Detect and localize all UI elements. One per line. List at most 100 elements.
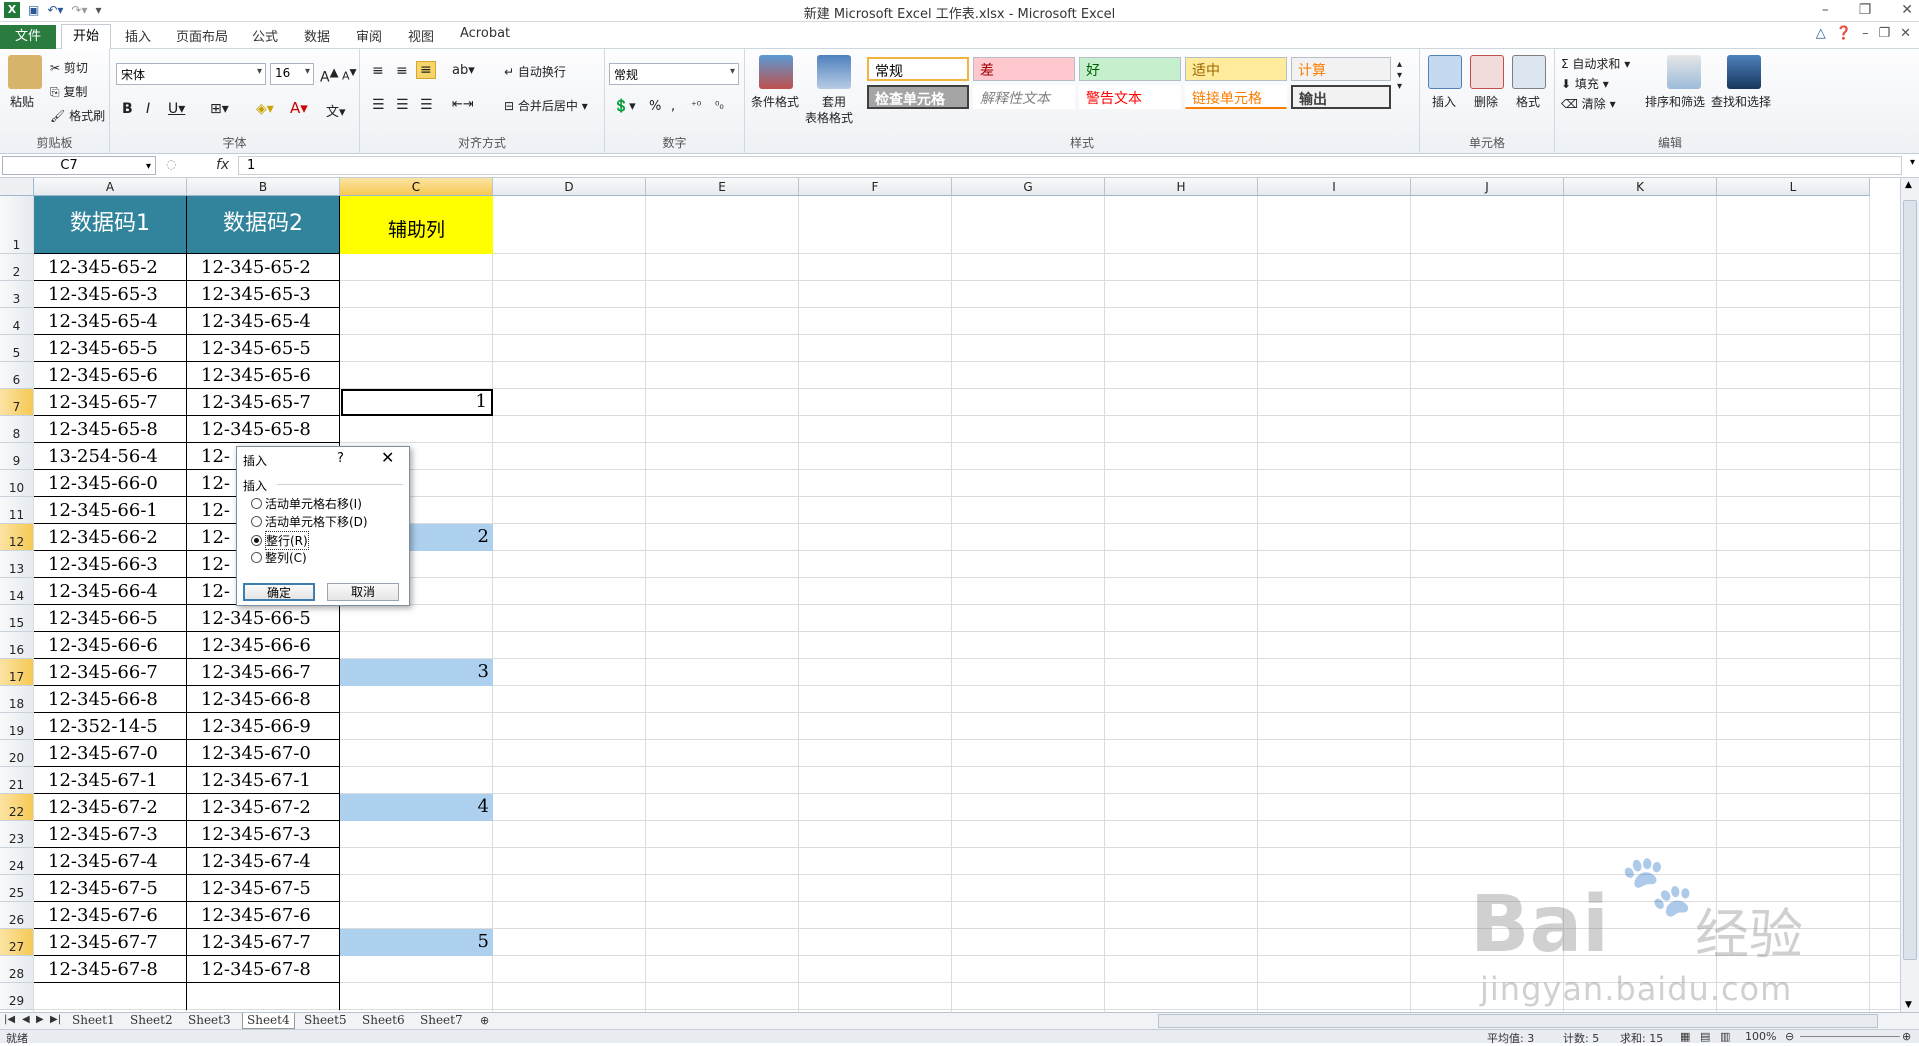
row-header-17[interactable]: 17 [0,659,34,686]
next-sheet-icon[interactable]: ▶ [36,1014,44,1025]
column-header-h[interactable]: H [1105,178,1258,196]
cell-b20[interactable]: 12-345-67-0 [187,740,340,767]
doc-minimize-icon[interactable]: – [1862,26,1869,41]
wrap-text-button[interactable]: ↵ 自动换行 [504,63,566,80]
help-icon[interactable]: ❓ [1836,26,1852,41]
cell-a2[interactable]: 12-345-65-2 [34,254,187,281]
merge-center-button[interactable]: ⊟ 合并后居中 ▾ [504,97,588,114]
copy-button[interactable]: ⎘ 复制 [50,83,87,100]
find-select-icon[interactable] [1727,55,1761,89]
row-header-7[interactable]: 7 [0,389,34,416]
row-header-25[interactable]: 25 [0,875,34,902]
grow-font-icon[interactable]: A▲ [320,65,339,86]
column-header-a[interactable]: A [34,178,187,196]
first-sheet-icon[interactable]: |◀ [4,1014,15,1025]
styles-scroll-icon[interactable]: ▴ ▾ ▾ [1397,59,1402,92]
vertical-scrollbar[interactable]: ▲ ▼ [1900,178,1919,1012]
row-header-21[interactable]: 21 [0,767,34,794]
tab-file[interactable]: 文件 [0,25,56,49]
style-good[interactable]: 好 [1079,57,1181,81]
row-header-11[interactable]: 11 [0,497,34,524]
decrease-decimal-icon[interactable]: ⁰₀ [715,99,724,112]
row-header-2[interactable]: 2 [0,254,34,281]
style-bad[interactable]: 差 [973,57,1075,81]
cell-c22[interactable]: 4 [340,794,493,821]
cut-button[interactable]: ✂ 剪切 [50,59,88,76]
row-header-10[interactable]: 10 [0,470,34,497]
delete-cells-button[interactable]: 删除 [1474,93,1498,110]
paste-icon[interactable] [8,55,42,89]
column-header-g[interactable]: G [952,178,1105,196]
bold-icon[interactable]: B [122,101,133,117]
row-header-12[interactable]: 12 [0,524,34,551]
font-name-combo[interactable]: 宋体 [116,63,266,85]
tab-review[interactable]: 审阅 [356,26,382,45]
format-painter-button[interactable]: 🖌 格式刷 [50,107,105,124]
cell-b8[interactable]: 12-345-65-8 [187,416,340,443]
format-cells-button[interactable]: 格式 [1516,93,1540,110]
row-header-9[interactable]: 9 [0,443,34,470]
borders-icon[interactable]: ⊞▾ [210,101,229,117]
cell-b19[interactable]: 12-345-66-9 [187,713,340,740]
row-header-3[interactable]: 3 [0,281,34,308]
minimize-icon[interactable]: – [1822,2,1829,18]
cell-b17[interactable]: 12-345-66-7 [187,659,340,686]
row-header-27[interactable]: 27 [0,929,34,956]
column-header-b[interactable]: B [187,178,340,196]
sheet-tab-sheet1[interactable]: Sheet1 [68,1013,119,1029]
style-explanatory[interactable]: 解释性文本 [973,85,1075,109]
align-top-icon[interactable]: ≡ [372,63,384,79]
cell-b25[interactable]: 12-345-67-5 [187,875,340,902]
cancel-formula-icon[interactable]: ◌ [166,157,176,171]
tab-formulas[interactable]: 公式 [252,26,278,45]
row-header-20[interactable]: 20 [0,740,34,767]
row-header-28[interactable]: 28 [0,956,34,983]
dialog-help-button[interactable]: ? [337,451,344,466]
row-header-6[interactable]: 6 [0,362,34,389]
comma-icon[interactable]: , [671,99,675,114]
cell-b16[interactable]: 12-345-66-6 [187,632,340,659]
align-middle-icon[interactable]: ≡ [396,63,408,79]
cell-c17[interactable]: 3 [340,659,493,686]
cell-b21[interactable]: 12-345-67-1 [187,767,340,794]
cell-b24[interactable]: 12-345-67-4 [187,848,340,875]
cell-c27[interactable]: 5 [340,929,493,956]
prev-sheet-icon[interactable]: ◀ [22,1014,30,1025]
row-header-23[interactable]: 23 [0,821,34,848]
new-sheet-icon[interactable]: ⊕ [480,1014,489,1027]
cell-a15[interactable]: 12-345-66-5 [34,605,187,632]
column-header-f[interactable]: F [799,178,952,196]
cell-a27[interactable]: 12-345-67-7 [34,929,187,956]
style-normal[interactable]: 常规 [867,57,969,81]
page-break-view-icon[interactable]: ▥ [1720,1030,1730,1043]
sheet-tab-sheet2[interactable]: Sheet2 [126,1013,177,1029]
header-cell-b[interactable]: 数据码2 [187,196,340,254]
align-right-icon[interactable]: ☰ [420,97,433,113]
ok-button[interactable]: 确定 [243,583,315,601]
doc-restore-icon[interactable]: ❐ [1878,26,1890,41]
cell-b29[interactable] [187,983,340,1010]
sheet-tab-sheet5[interactable]: Sheet5 [300,1013,351,1029]
cell-a23[interactable]: 12-345-67-3 [34,821,187,848]
minimize-ribbon-icon[interactable]: △ [1816,26,1826,41]
style-linked-cell[interactable]: 链接单元格 [1185,85,1287,109]
align-left-icon[interactable]: ☰ [372,97,385,113]
column-header-l[interactable]: L [1717,178,1870,196]
cell-a12[interactable]: 12-345-66-2 [34,524,187,551]
cell-a17[interactable]: 12-345-66-7 [34,659,187,686]
dialog-close-button[interactable]: ✕ [381,448,394,467]
align-center-icon[interactable]: ☰ [396,97,409,113]
cell-b22[interactable]: 12-345-67-2 [187,794,340,821]
radio-shift-right[interactable]: 活动单元格右移(I) [251,495,362,512]
cell-b5[interactable]: 12-345-65-5 [187,335,340,362]
style-neutral[interactable]: 适中 [1185,57,1287,81]
cell-a22[interactable]: 12-345-67-2 [34,794,187,821]
radio-entire-column[interactable]: 整列(C) [251,549,307,566]
underline-icon[interactable]: U▾ [168,101,185,117]
cell-a14[interactable]: 12-345-66-4 [34,578,187,605]
cell-a21[interactable]: 12-345-67-1 [34,767,187,794]
cell-a18[interactable]: 12-345-66-8 [34,686,187,713]
column-header-j[interactable]: J [1411,178,1564,196]
row-header-16[interactable]: 16 [0,632,34,659]
cell-a9[interactable]: 13-254-56-4 [34,443,187,470]
